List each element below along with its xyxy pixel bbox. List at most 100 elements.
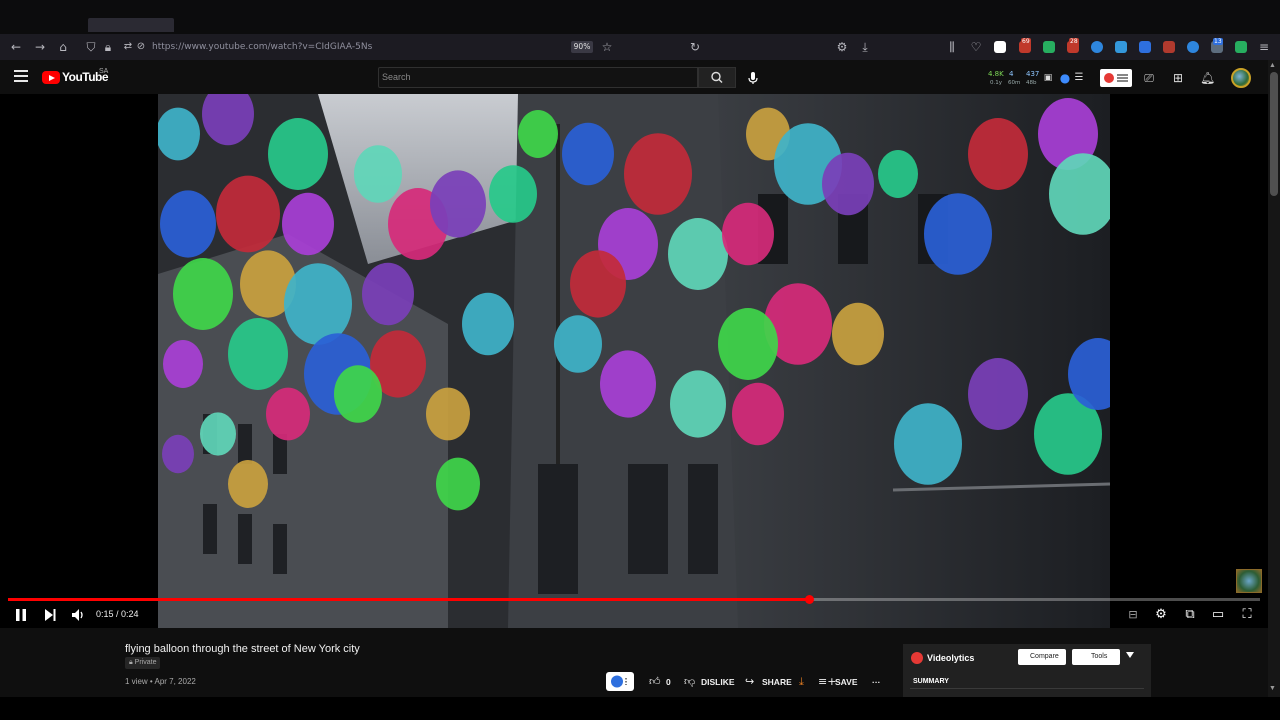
videolytics-chip-icon xyxy=(1104,73,1128,83)
balloon xyxy=(489,165,537,223)
list-icon[interactable]: ☰ xyxy=(1072,71,1086,85)
scroll-down-arrow-icon[interactable]: ▼ xyxy=(1269,685,1276,692)
videolytics-logo-icon xyxy=(911,652,923,664)
extension-yd-icon[interactable] xyxy=(1163,41,1175,53)
search-button[interactable] xyxy=(698,67,736,88)
stats-square-icon[interactable]: ▣ xyxy=(1041,71,1055,85)
balloon xyxy=(822,152,874,216)
stat-likes-sub: 60m xyxy=(1008,80,1021,86)
permissions-icon[interactable]: ⇄ xyxy=(121,40,135,54)
dislike-button[interactable]: DISLIKE xyxy=(701,677,735,687)
search-input[interactable] xyxy=(378,67,698,88)
zoom-badge[interactable]: 90% xyxy=(571,41,593,53)
balloon xyxy=(354,145,402,203)
pocket-icon[interactable]: ♡ xyxy=(969,40,983,54)
apps-grid-icon[interactable]: ⊞ xyxy=(1171,71,1185,85)
region-code: SA xyxy=(99,68,109,75)
share-icon[interactable]: ↪ xyxy=(745,675,754,688)
library-icon[interactable]: ⫼ xyxy=(945,40,959,54)
theater-mode-icon[interactable]: ▭ xyxy=(1209,606,1227,624)
stat-count-sub: 48b xyxy=(1026,80,1037,86)
share-button[interactable]: SHARE xyxy=(762,677,792,687)
volume-button[interactable] xyxy=(69,606,87,624)
time-display: 0:15 / 0:24 xyxy=(96,609,139,619)
lock-icon[interactable]: 🔒︎ xyxy=(101,40,115,54)
miniplayer-icon[interactable]: ⧉ xyxy=(1181,606,1199,624)
back-icon[interactable]: ← xyxy=(9,40,23,54)
progress-bar[interactable] xyxy=(8,595,1260,604)
settings-icon[interactable]: ⚙ xyxy=(1152,606,1170,624)
balloon xyxy=(624,133,692,215)
dislike-icon[interactable]: 👎︎ xyxy=(684,675,695,688)
balloon xyxy=(832,302,884,366)
tools-button[interactable]: Tools xyxy=(1072,649,1120,665)
compare-button[interactable]: Compare xyxy=(1018,649,1066,665)
video-frame[interactable] xyxy=(158,94,1110,628)
volume-icon xyxy=(72,609,83,621)
extension-v-icon[interactable] xyxy=(1139,41,1151,53)
extension-edge-icon[interactable] xyxy=(1091,41,1103,53)
balloon xyxy=(878,150,918,198)
settings-gear-icon[interactable]: ⚙ xyxy=(835,40,849,54)
subtitles-icon[interactable]: ⊟ xyxy=(1124,606,1142,624)
download-icon[interactable]: ⤓ xyxy=(799,675,804,689)
extension-green-icon[interactable] xyxy=(1043,41,1055,53)
balloon xyxy=(732,382,784,446)
browser-tab-strip xyxy=(0,0,1280,34)
next-icon xyxy=(45,609,56,621)
balloon xyxy=(562,122,614,186)
balloon xyxy=(570,250,626,318)
next-button[interactable] xyxy=(41,606,59,624)
browser-tab-active[interactable] xyxy=(88,18,174,32)
extension-green2-icon[interactable] xyxy=(1235,41,1247,53)
compare-label: Compare xyxy=(1030,653,1059,660)
balloon xyxy=(518,110,558,158)
panel-collapse-caret-icon[interactable] xyxy=(1126,652,1134,658)
progress-played xyxy=(8,598,810,601)
avatar[interactable] xyxy=(1231,68,1251,88)
hamburger-menu-icon[interactable]: ≡ xyxy=(1257,40,1271,54)
extension-pill-button[interactable] xyxy=(606,672,634,691)
extension-f-icon[interactable] xyxy=(994,41,1006,53)
balloon xyxy=(426,387,470,441)
create-video-icon[interactable]: ⎚ xyxy=(1142,71,1156,85)
extension-circle-icon[interactable] xyxy=(1187,41,1199,53)
shield-icon[interactable]: ⛉ xyxy=(84,40,98,54)
extension-globe-icon[interactable]: ● xyxy=(1058,71,1072,85)
view-info: 1 view • Apr 7, 2022 xyxy=(125,677,196,686)
tracking-icon[interactable]: ⊘ xyxy=(134,40,148,54)
bookmark-star-icon[interactable]: ☆ xyxy=(600,40,614,54)
save-icon[interactable]: ≡+ xyxy=(818,675,836,688)
scroll-up-arrow-icon[interactable]: ▲ xyxy=(1269,62,1276,69)
guide-menu-icon[interactable] xyxy=(14,70,28,82)
like-icon[interactable]: 👍︎ xyxy=(649,675,661,688)
extension-blue-icon[interactable] xyxy=(1115,41,1127,53)
balloon xyxy=(722,202,774,266)
extension-badge: 28 xyxy=(1069,38,1079,45)
pause-button[interactable] xyxy=(12,606,30,624)
page-scrollbar-thumb[interactable] xyxy=(1270,72,1278,196)
privacy-label: Private xyxy=(134,659,157,666)
more-actions-button[interactable]: ··· xyxy=(872,677,881,687)
pause-icon xyxy=(16,609,26,621)
home-icon[interactable]: ⌂ xyxy=(56,40,70,54)
reload-icon[interactable]: ↻ xyxy=(688,40,702,54)
voice-search-button[interactable] xyxy=(744,69,762,87)
stat-count: 437 xyxy=(1026,70,1040,78)
fullscreen-icon[interactable]: ⛶ xyxy=(1238,606,1256,624)
forward-icon[interactable]: → xyxy=(33,40,47,54)
notifications-bell-icon[interactable]: 🔔︎ xyxy=(1200,71,1215,85)
like-count[interactable]: 0 xyxy=(666,677,671,687)
balloon xyxy=(968,358,1028,430)
youtube-logo-icon[interactable] xyxy=(42,71,60,84)
save-button[interactable]: SAVE xyxy=(835,677,858,687)
balloon xyxy=(334,365,382,423)
balloon xyxy=(436,457,480,511)
balloon xyxy=(718,308,778,380)
download-icon[interactable]: ⤓ xyxy=(858,40,872,54)
url-field[interactable]: https://www.youtube.com/watch?v=CIdGIAA-… xyxy=(152,42,372,52)
balloon xyxy=(668,218,728,290)
channel-watermark[interactable] xyxy=(1236,569,1262,593)
tools-label: Tools xyxy=(1091,653,1108,660)
videolytics-toggle-button[interactable] xyxy=(1100,69,1132,87)
